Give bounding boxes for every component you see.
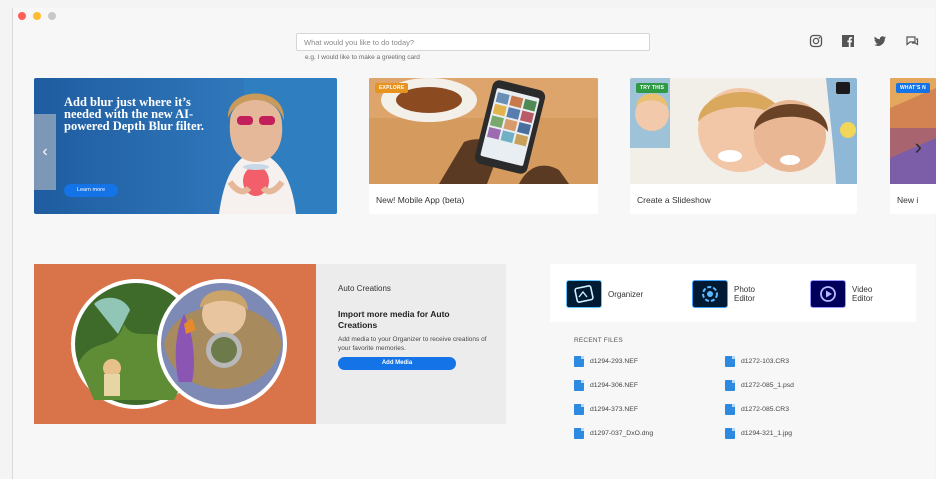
learn-more-button[interactable]: Learn more (64, 184, 118, 197)
add-media-button[interactable]: Add Media (338, 357, 456, 370)
instagram-icon[interactable] (809, 34, 823, 48)
card-image (890, 78, 936, 184)
file-name: d1272-103.CR3 (741, 358, 789, 365)
window-controls (18, 12, 56, 20)
carousel-prev-button[interactable]: ‹ (34, 114, 56, 190)
recent-file[interactable]: d1272-103.CR3 (725, 356, 789, 367)
auto-creations-text: Auto Creations Import more media for Aut… (338, 284, 488, 370)
facebook-icon[interactable] (841, 34, 855, 48)
twitter-icon[interactable] (873, 34, 887, 48)
auto-creations-panel: Auto Creations Import more media for Aut… (34, 264, 506, 424)
file-icon (574, 380, 584, 391)
file-icon (574, 404, 584, 415)
video-editor-icon (810, 280, 846, 308)
app-label: Photo Editor (734, 285, 755, 303)
photo-editor-icon (692, 280, 728, 308)
recent-file[interactable]: d1297-037_DxO.dng (574, 428, 653, 439)
card-caption: New! Mobile App (beta) (376, 195, 465, 205)
auto-creations-title: Auto Creations (338, 284, 391, 293)
app-label: Organizer (608, 289, 644, 299)
hero-title: Add blur just where it’s needed with the… (64, 95, 205, 133)
recent-file[interactable]: d1272-085_1.psd (725, 380, 794, 391)
file-icon (725, 380, 735, 391)
zoom-window-button[interactable] (48, 12, 56, 20)
social-links (809, 34, 919, 48)
recent-file[interactable]: d1294-306.NEF (574, 380, 638, 391)
recent-files-title: RECENT FILES (574, 337, 623, 344)
file-name: d1294-306.NEF (590, 382, 638, 389)
auto-creations-headline: Import more media for Auto Creations (338, 309, 450, 330)
recent-file[interactable]: d1272-085.CR3 (725, 404, 789, 415)
carousel-card-slideshow[interactable]: TRY THIS Create a Slideshow (630, 78, 857, 214)
search-hint: e.g. I would like to make a greeting car… (305, 54, 420, 61)
recent-file[interactable]: d1294-321_1.jpg (725, 428, 792, 439)
app-label: Video Editor (852, 285, 873, 303)
hero-banner[interactable]: ‹ Add blur just where it’s needed with t… (34, 78, 337, 214)
auto-creations-body: Add media to your Organizer to receive c… (338, 336, 487, 352)
file-icon (725, 428, 735, 439)
card-image (369, 78, 598, 184)
card-caption: Create a Slideshow (637, 195, 711, 205)
recent-file[interactable]: d1294-293.NEF (574, 356, 638, 367)
auto-creations-image (34, 264, 316, 424)
file-icon (725, 404, 735, 415)
file-icon (574, 428, 584, 439)
minimize-window-button[interactable] (33, 12, 41, 20)
file-name: d1294-373.NEF (590, 406, 638, 413)
organizer-icon (566, 280, 602, 308)
file-name: d1297-037_DxO.dng (590, 430, 654, 437)
feedback-icon[interactable] (905, 34, 919, 48)
file-icon (574, 356, 584, 367)
carousel-card-whats-new[interactable]: WHAT’S N New i (890, 78, 936, 214)
file-name: d1272-085_1.psd (741, 382, 794, 389)
card-caption: New i (897, 195, 919, 205)
carousel-card-mobile-app[interactable]: EXPLORE New! Mobile App (beta) (369, 78, 598, 214)
file-icon (725, 356, 735, 367)
app-launcher-panel: Organizer Photo Editor Video Editor (550, 264, 916, 322)
carousel-next-button[interactable]: › (915, 134, 922, 160)
file-name: d1272-085.CR3 (741, 406, 789, 413)
card-badge: EXPLORE (375, 83, 409, 93)
file-name: d1294-321_1.jpg (741, 430, 793, 437)
card-badge: TRY THIS (636, 83, 669, 93)
video-editor-launcher[interactable]: Video Editor (810, 280, 873, 308)
file-name: d1294-293.NEF (590, 358, 638, 365)
card-badge: WHAT’S N (896, 83, 930, 93)
photo-editor-launcher[interactable]: Photo Editor (692, 280, 755, 308)
recent-file[interactable]: d1294-373.NEF (574, 404, 638, 415)
card-image (630, 78, 857, 184)
close-window-button[interactable] (18, 12, 26, 20)
organizer-launcher[interactable]: Organizer (566, 280, 643, 308)
search-input[interactable]: What would you like to do today? (296, 33, 650, 51)
